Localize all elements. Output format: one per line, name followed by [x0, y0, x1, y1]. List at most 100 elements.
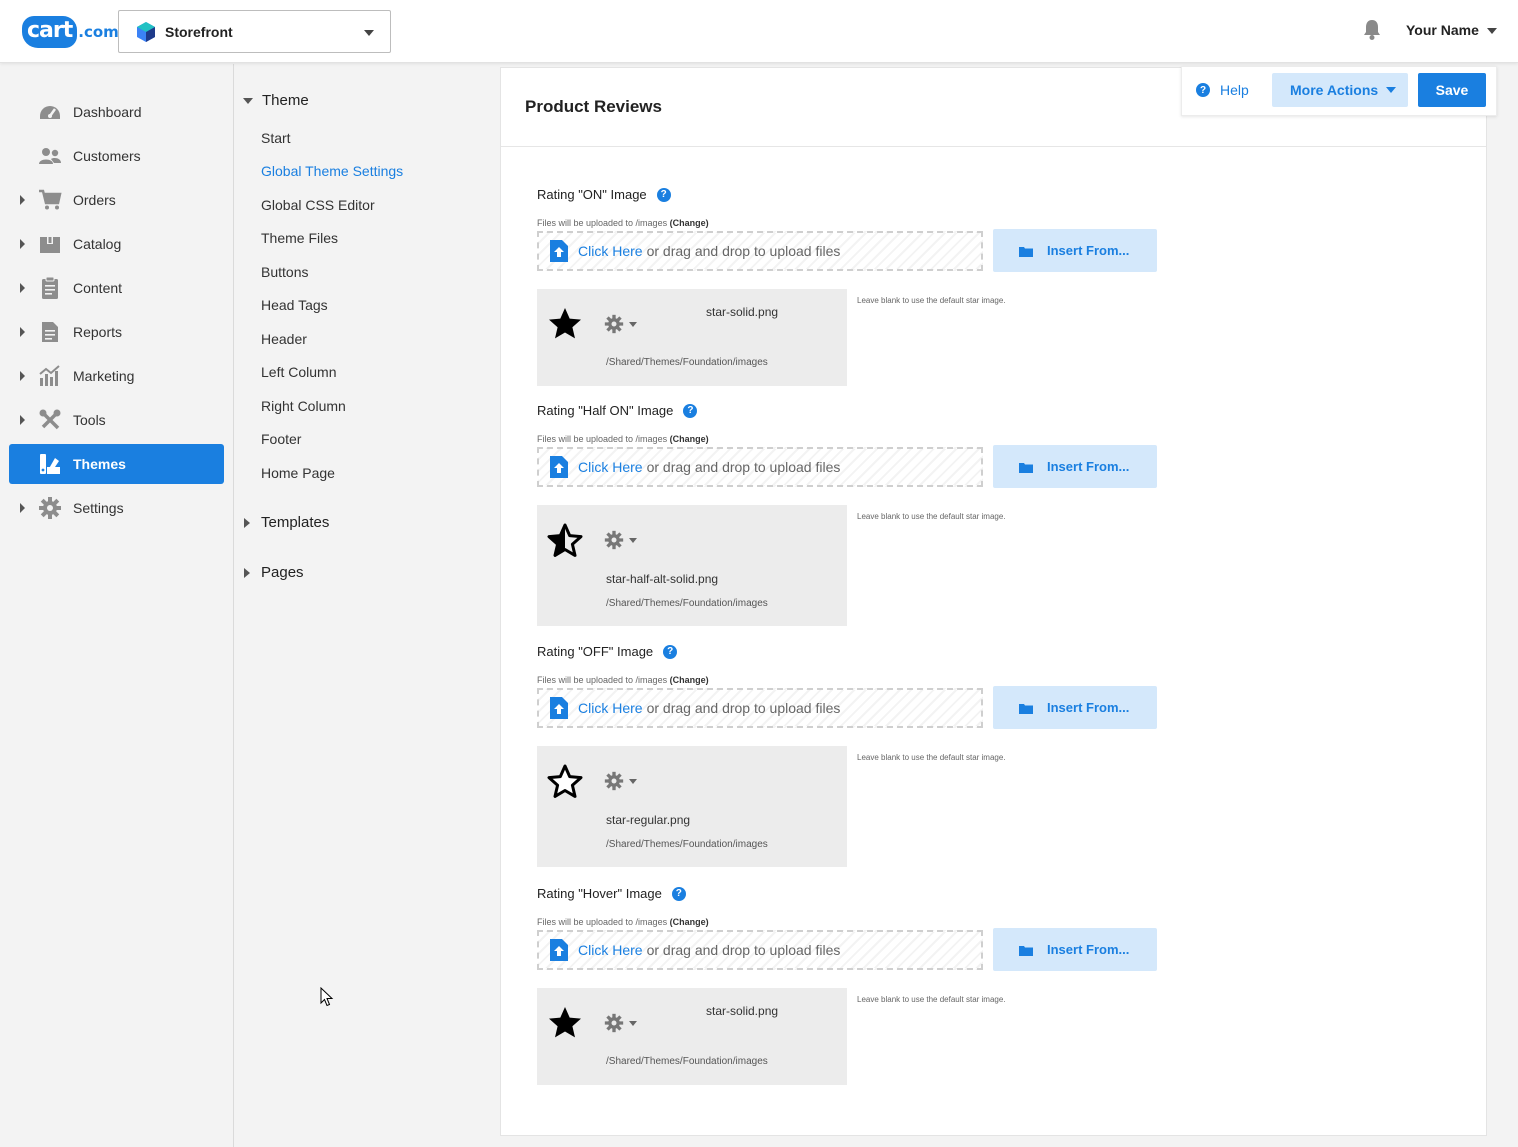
upload-note-text: Files will be uploaded to /images: [537, 917, 668, 927]
question-circle-icon[interactable]: ?: [683, 403, 698, 418]
chevron-down-icon[interactable]: [629, 322, 637, 327]
submenu-item-buttons[interactable]: Buttons: [261, 264, 308, 280]
insert-from-button[interactable]: Insert From...: [993, 928, 1157, 971]
star-solid-icon: [547, 306, 583, 342]
chevron-down-icon[interactable]: [629, 1021, 637, 1026]
sidebar-item-catalog[interactable]: Catalog: [9, 224, 224, 264]
gear-icon[interactable]: [604, 1013, 624, 1033]
star-solid-icon: [547, 1005, 583, 1041]
file-path: /Shared/Themes/Foundation/images: [606, 1056, 768, 1067]
file-name: star-half-alt-solid.png: [606, 572, 719, 586]
bell-icon[interactable]: [1362, 19, 1382, 41]
file-upload-icon: [549, 697, 569, 719]
sidebar-item-tools[interactable]: Tools: [9, 400, 224, 440]
submenu-item-left-column[interactable]: Left Column: [261, 364, 336, 380]
chevron-right-icon: [20, 415, 25, 425]
theme-section-toggle[interactable]: Theme: [243, 92, 309, 109]
click-here-link[interactable]: Click Here: [578, 700, 643, 716]
cart-com-logo[interactable]: cart .com: [22, 12, 119, 52]
help-label: Help: [1220, 82, 1249, 98]
click-here-link[interactable]: Click Here: [578, 459, 643, 475]
default-image-hint: Leave blank to use the default star imag…: [857, 995, 1006, 1004]
upload-destination-note: Files will be uploaded to /images (Chang…: [537, 675, 709, 685]
box-icon: [38, 232, 62, 256]
gear-icon[interactable]: [604, 314, 624, 334]
rating-half-on-label: Rating "Half ON" Image ?: [537, 403, 698, 418]
change-folder-link[interactable]: (Change): [670, 434, 709, 444]
file-dropzone[interactable]: Click Here or drag and drop to upload fi…: [537, 231, 983, 271]
insert-from-button[interactable]: Insert From...: [993, 686, 1157, 729]
change-folder-link[interactable]: (Change): [670, 917, 709, 927]
help-button[interactable]: ? Help: [1196, 82, 1249, 98]
question-circle-icon[interactable]: ?: [656, 187, 671, 202]
cart-icon: [38, 188, 62, 212]
insert-from-label: Insert From...: [1047, 942, 1130, 957]
rating-half-on-section: Rating "Half ON" Image ? Files will be u…: [537, 403, 1157, 628]
folder-icon: [1019, 461, 1033, 473]
more-actions-label: More Actions: [1290, 82, 1379, 98]
insert-from-button[interactable]: Insert From...: [993, 229, 1157, 272]
submenu-item-global-theme-settings[interactable]: Global Theme Settings: [261, 163, 403, 179]
logo-suffix: .com: [78, 23, 119, 41]
upload-note-text: Files will be uploaded to /images: [537, 434, 668, 444]
question-circle-icon[interactable]: ?: [663, 644, 678, 659]
file-dropzone[interactable]: Click Here or drag and drop to upload fi…: [537, 688, 983, 728]
more-actions-button[interactable]: More Actions: [1272, 73, 1408, 107]
sidebar-item-reports[interactable]: Reports: [9, 312, 224, 352]
sidebar-item-label: Marketing: [73, 368, 135, 384]
sidebar-item-marketing[interactable]: Marketing: [9, 356, 224, 396]
file-dropzone[interactable]: Click Here or drag and drop to upload fi…: [537, 930, 983, 970]
sidebar-item-dashboard[interactable]: Dashboard: [9, 92, 224, 132]
change-folder-link[interactable]: (Change): [670, 675, 709, 685]
save-button[interactable]: Save: [1418, 73, 1486, 107]
rating-off-label: Rating "OFF" Image ?: [537, 644, 678, 659]
pages-section-toggle[interactable]: Pages: [243, 564, 304, 581]
file-path: /Shared/Themes/Foundation/images: [606, 839, 768, 850]
chevron-down-icon[interactable]: [1487, 28, 1497, 34]
caret-right-icon: [244, 567, 250, 578]
action-bar: ? Help More Actions Save: [1181, 66, 1497, 116]
submenu-item-home-page[interactable]: Home Page: [261, 465, 335, 481]
sidebar-item-themes[interactable]: Themes: [9, 444, 224, 484]
dropzone-text: or drag and drop to upload files: [646, 243, 841, 259]
star-half-icon: [547, 523, 583, 559]
sidebar-item-label: Customers: [73, 148, 141, 164]
insert-from-button[interactable]: Insert From...: [993, 445, 1157, 488]
submenu-item-head-tags[interactable]: Head Tags: [261, 297, 328, 313]
submenu-item-theme-files[interactable]: Theme Files: [261, 230, 338, 246]
pages-section-label: Pages: [261, 564, 304, 581]
sidebar-item-orders[interactable]: Orders: [9, 180, 224, 220]
submenu-item-right-column[interactable]: Right Column: [261, 398, 346, 414]
section-label-text: Rating "Half ON" Image: [537, 403, 674, 418]
theme-section-label: Theme: [262, 92, 309, 109]
question-circle-icon: ?: [1196, 83, 1210, 97]
chevron-down-icon[interactable]: [629, 538, 637, 543]
user-menu[interactable]: Your Name: [1406, 22, 1479, 38]
gear-icon[interactable]: [604, 530, 624, 550]
submenu-item-footer[interactable]: Footer: [261, 431, 301, 447]
sidebar-item-settings[interactable]: Settings: [9, 488, 224, 528]
top-bar: cart .com Storefront Your Name: [0, 0, 1518, 63]
sidebar-item-customers[interactable]: Customers: [9, 136, 224, 176]
submenu-item-header[interactable]: Header: [261, 331, 307, 347]
store-selector[interactable]: Storefront: [118, 10, 391, 53]
logo-mark: cart: [22, 16, 78, 48]
rating-hover-label: Rating "Hover" Image ?: [537, 886, 686, 901]
image-preview: star-half-alt-solid.png /Shared/Themes/F…: [537, 505, 847, 626]
click-here-link[interactable]: Click Here: [578, 243, 643, 259]
rating-on-label: Rating "ON" Image ?: [537, 187, 671, 202]
gear-icon[interactable]: [604, 771, 624, 791]
chevron-down-icon[interactable]: [629, 779, 637, 784]
click-here-link[interactable]: Click Here: [578, 942, 643, 958]
caret-right-icon: [244, 517, 250, 528]
sidebar-item-content[interactable]: Content: [9, 268, 224, 308]
templates-section-toggle[interactable]: Templates: [243, 514, 329, 531]
dropzone-text: or drag and drop to upload files: [646, 942, 841, 958]
submenu-item-global-css-editor[interactable]: Global CSS Editor: [261, 197, 375, 213]
change-folder-link[interactable]: (Change): [670, 218, 709, 228]
file-upload-icon: [549, 456, 569, 478]
file-dropzone[interactable]: Click Here or drag and drop to upload fi…: [537, 447, 983, 487]
chevron-right-icon: [20, 239, 25, 249]
submenu-item-start[interactable]: Start: [261, 130, 291, 146]
question-circle-icon[interactable]: ?: [671, 886, 686, 901]
